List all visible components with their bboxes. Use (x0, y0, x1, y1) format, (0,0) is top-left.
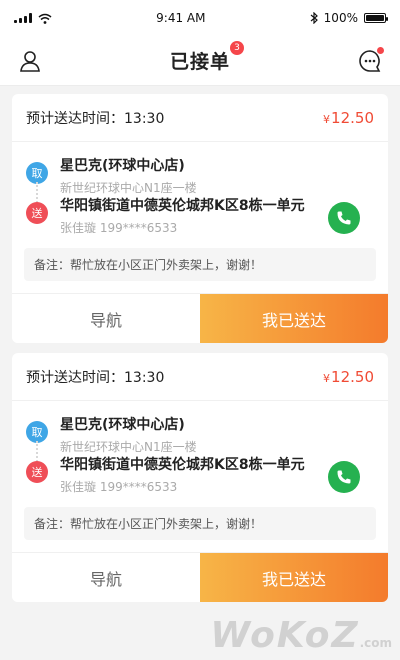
order-price: ¥12.50 (323, 368, 374, 386)
price-value: 12.50 (331, 367, 374, 386)
card-header: 预计送达时间：13:30 ¥12.50 (12, 94, 388, 142)
price-value: 12.50 (331, 108, 374, 127)
user-icon (20, 50, 40, 72)
order-note: 备注：帮忙放在小区正门外卖架上，谢谢！ (24, 507, 376, 540)
wifi-icon (38, 13, 52, 24)
watermark-logo: WoKoZ.com (210, 615, 392, 656)
price-symbol: ¥ (323, 112, 331, 126)
page-title: 已接单 (169, 51, 230, 73)
bluetooth-icon (310, 12, 318, 24)
route: 取 星巴克(环球中心店) 新世纪环球中心N1座一楼 送 华阳镇街道中德英伦城邦K… (12, 401, 388, 501)
order-price: ¥12.50 (323, 109, 374, 127)
dropoff-tag: 送 (26, 461, 48, 483)
profile-button[interactable] (16, 47, 44, 75)
count-badge: 3 (230, 41, 244, 55)
call-button[interactable] (328, 202, 360, 234)
status-right: 100% (310, 11, 388, 25)
phone-icon (337, 470, 351, 484)
order-list: 预计送达时间：13:30 ¥12.50 取 星巴克(环球中心店) 新世纪环球中心… (0, 86, 400, 620)
dropoff-contact: 张佳璇 199****6533 (60, 480, 178, 494)
price-symbol: ¥ (323, 371, 331, 385)
status-left (14, 13, 52, 24)
pickup-tag: 取 (26, 421, 48, 443)
title-wrap: 已接单 3 (169, 41, 244, 74)
navbar: 已接单 3 (0, 36, 400, 86)
unread-dot (376, 46, 384, 54)
order-note: 备注：帮忙放在小区正门外卖架上，谢谢！ (24, 248, 376, 281)
pickup-stop: 取 星巴克(环球中心店) 新世纪环球中心N1座一楼 (26, 415, 374, 455)
eta-text: 预计送达时间：13:30 (26, 369, 165, 386)
pickup-tag: 取 (26, 162, 48, 184)
dropoff-text: 华阳镇街道中德英伦城邦K区8栋一单元 张佳璇 199****6533 (60, 455, 374, 495)
battery-percent: 100% (323, 11, 358, 25)
pickup-stop: 取 星巴克(环球中心店) 新世纪环球中心N1座一楼 (26, 156, 374, 196)
navigate-button[interactable]: 导航 (12, 553, 200, 602)
pickup-name: 星巴克(环球中心店) (60, 158, 185, 174)
card-actions: 导航 我已送达 (12, 552, 388, 602)
dropoff-text: 华阳镇街道中德英伦城邦K区8栋一单元 张佳璇 199****6533 (60, 196, 374, 236)
delivered-button[interactable]: 我已送达 (200, 294, 388, 343)
dropoff-stop: 送 华阳镇街道中德英伦城邦K区8栋一单元 张佳璇 199****6533 (26, 196, 374, 236)
pickup-text: 星巴克(环球中心店) 新世纪环球中心N1座一楼 (60, 415, 374, 455)
watermark-suffix: .com (359, 636, 392, 650)
watermark-text: WoKoZ (210, 615, 360, 656)
card-actions: 导航 我已送达 (12, 293, 388, 343)
status-bar: 9:41 AM 100% (0, 0, 400, 36)
status-time: 9:41 AM (156, 11, 206, 25)
dropoff-stop: 送 华阳镇街道中德英伦城邦K区8栋一单元 张佳璇 199****6533 (26, 455, 374, 495)
dropoff-name: 华阳镇街道中德英伦城邦K区8栋一单元 (60, 198, 305, 214)
pickup-address: 新世纪环球中心N1座一楼 (60, 440, 197, 454)
dropoff-name: 华阳镇街道中德英伦城邦K区8栋一单元 (60, 457, 305, 473)
battery-icon (363, 13, 388, 23)
pickup-name: 星巴克(环球中心店) (60, 417, 185, 433)
phone-icon (337, 211, 351, 225)
dropoff-contact: 张佳璇 199****6533 (60, 221, 178, 235)
eta-text: 预计送达时间：13:30 (26, 110, 165, 127)
messages-button[interactable] (356, 46, 384, 75)
route: 取 星巴克(环球中心店) 新世纪环球中心N1座一楼 送 华阳镇街道中德英伦城邦K… (12, 142, 388, 242)
navigate-button[interactable]: 导航 (12, 294, 200, 343)
pickup-address: 新世纪环球中心N1座一楼 (60, 181, 197, 195)
pickup-text: 星巴克(环球中心店) 新世纪环球中心N1座一楼 (60, 156, 374, 196)
order-card: 预计送达时间：13:30 ¥12.50 取 星巴克(环球中心店) 新世纪环球中心… (12, 353, 388, 602)
call-button[interactable] (328, 461, 360, 493)
dropoff-tag: 送 (26, 202, 48, 224)
signal-icon (14, 13, 32, 23)
delivered-button[interactable]: 我已送达 (200, 553, 388, 602)
order-card: 预计送达时间：13:30 ¥12.50 取 星巴克(环球中心店) 新世纪环球中心… (12, 94, 388, 343)
card-header: 预计送达时间：13:30 ¥12.50 (12, 353, 388, 401)
